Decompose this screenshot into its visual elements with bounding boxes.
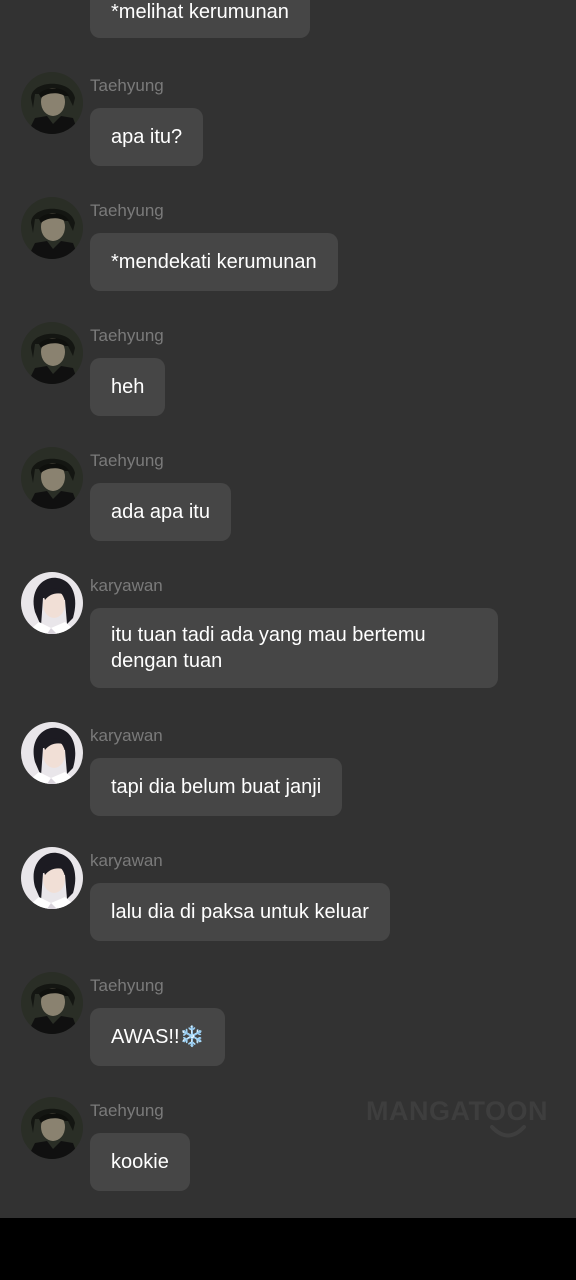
bottom-navigation-bar <box>0 1218 576 1280</box>
avatar-taehyung[interactable] <box>21 197 83 259</box>
message-text: kookie <box>111 1151 169 1173</box>
message-bubble: kookie <box>90 1133 190 1191</box>
message-bubble-top: *melihat kerumunan <box>90 0 310 38</box>
message-text: apa itu? <box>111 126 183 148</box>
message-text: *melihat kerumunan <box>111 1 289 23</box>
avatar-taehyung[interactable] <box>21 322 83 384</box>
message-text: heh <box>111 376 145 398</box>
mangatoon-watermark: MANGATOON <box>366 1096 548 1126</box>
message-text: tapi dia belum buat janji <box>111 776 322 798</box>
avatar-karyawan[interactable] <box>21 572 83 634</box>
avatar-taehyung[interactable] <box>21 972 83 1034</box>
message-text: ada apa itu <box>111 501 210 523</box>
avatar-taehyung[interactable] <box>21 1097 83 1159</box>
avatar-karyawan[interactable] <box>21 847 83 909</box>
sender-name: Taehyung <box>90 326 164 345</box>
sender-name: Taehyung <box>90 1101 164 1120</box>
message-bubble: itu tuan tadi ada yang mau bertemu denga… <box>90 608 498 688</box>
message-bubble: *mendekati kerumunan <box>90 233 338 291</box>
sender-name: karyawan <box>90 851 163 870</box>
message-bubble: apa itu? <box>90 108 204 166</box>
avatar-taehyung[interactable] <box>21 72 83 134</box>
message-bubble: AWAS!!❄️ <box>90 1008 226 1066</box>
avatar-karyawan[interactable] <box>21 722 83 784</box>
message-bubble: ada apa itu <box>90 483 231 541</box>
message-text: lalu dia di paksa untuk keluar <box>111 901 369 923</box>
avatar-taehyung[interactable] <box>21 447 83 509</box>
message-bubble: heh <box>90 358 166 416</box>
sender-name: Taehyung <box>90 201 164 220</box>
chat-thread[interactable]: *melihat kerumunan Taehyung apa itu? Tae… <box>0 0 576 1218</box>
message-bubble: lalu dia di paksa untuk keluar <box>90 883 390 941</box>
sender-name: Taehyung <box>90 451 164 470</box>
message-text: *mendekati kerumunan <box>111 251 317 273</box>
message-bubble: tapi dia belum buat janji <box>90 758 343 816</box>
message-text: AWAS!!❄️ <box>111 1026 205 1048</box>
sender-name: karyawan <box>90 726 163 745</box>
sender-name: Taehyung <box>90 76 164 95</box>
watermark-smile-icon <box>490 1125 526 1138</box>
message-text: itu tuan tadi ada yang mau bertemu denga… <box>111 624 426 672</box>
sender-name: Taehyung <box>90 976 164 995</box>
sender-name: karyawan <box>90 576 163 595</box>
